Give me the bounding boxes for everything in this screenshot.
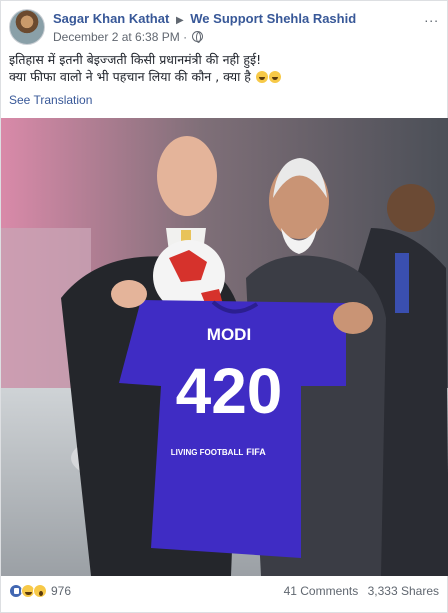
globe-icon (192, 31, 204, 43)
photo-illustration: MODI 420 LIVING FOOTBALL FIFA (1, 118, 448, 576)
reactions[interactable]: 976 (9, 584, 71, 598)
hand-right (333, 302, 373, 334)
comments-link[interactable]: 41 Comments (284, 584, 359, 598)
jersey-text: LIVING FOOTBALL (171, 448, 244, 457)
more-icon[interactable]: ... (424, 9, 439, 25)
post-footer: 976 41 Comments 3,333 Shares (9, 584, 439, 604)
post-text-line-1: इतिहास में इतनी बेइज्जती किसी प्रधानमंत्… (9, 52, 262, 67)
share-arrow-icon: ▶ (175, 15, 184, 26)
post-text-line-2: क्या फीफा वालो ने भी पहचान लिया की कौन ,… (9, 69, 251, 84)
facebook-post: Sagar Khan Kathat ▶ We Support Shehla Ra… (0, 0, 448, 613)
timestamp-link[interactable]: December 2 at 6:38 PM (53, 30, 180, 44)
post-text: इतिहास में इतनी बेइज्जती किसी प्रधानमंत्… (9, 51, 439, 85)
post-meta: December 2 at 6:38 PM · (53, 30, 204, 44)
grin-emoji-icon (268, 71, 281, 83)
hand-left (111, 280, 147, 308)
grin-emoji-icon (255, 71, 268, 83)
group-link[interactable]: We Support Shehla Rashid (190, 11, 356, 26)
post-text-line-2-wrap: क्या फीफा वालो ने भी पहचान लिया की कौन ,… (9, 68, 439, 85)
post-names: Sagar Khan Kathat ▶ We Support Shehla Ra… (53, 11, 356, 26)
engagement-counts: 41 Comments 3,333 Shares (284, 584, 439, 598)
post-photo[interactable]: MODI 420 LIVING FOOTBALL FIFA (1, 118, 448, 576)
see-translation-link[interactable]: See Translation (9, 93, 92, 107)
reaction-count: 976 (51, 584, 72, 598)
jersey-name: MODI (207, 325, 251, 344)
jersey-number: 420 (176, 355, 283, 427)
post-header: Sagar Khan Kathat ▶ We Support Shehla Ra… (9, 9, 439, 45)
avatar[interactable] (9, 9, 45, 45)
wow-reaction-icon (33, 584, 47, 598)
jersey-brand: FIFA (246, 447, 266, 457)
shares-link[interactable]: 3,333 Shares (368, 584, 439, 598)
meta-separator: · (183, 30, 188, 44)
author-link[interactable]: Sagar Khan Kathat (53, 11, 169, 26)
